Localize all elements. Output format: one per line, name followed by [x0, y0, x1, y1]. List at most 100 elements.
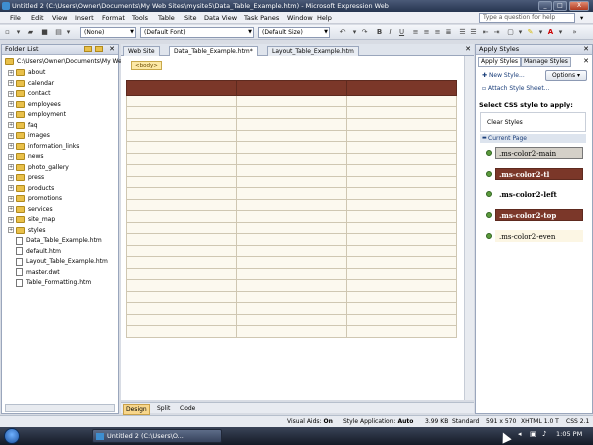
- menu-window[interactable]: Window: [287, 14, 313, 22]
- table-cell[interactable]: [126, 221, 237, 235]
- style-item-ms-color2-main[interactable]: .ms-color2-main: [486, 146, 586, 160]
- folder-about[interactable]: + about: [8, 68, 45, 78]
- folder-employment[interactable]: + employment: [8, 110, 66, 120]
- table-cell[interactable]: [236, 313, 347, 327]
- folder-calendar[interactable]: + calendar: [8, 79, 54, 89]
- table-cell[interactable]: [126, 164, 237, 177]
- print-icon[interactable]: ▤: [54, 28, 63, 37]
- table-cell[interactable]: [346, 302, 457, 315]
- table-cell[interactable]: [346, 290, 457, 304]
- tab-design[interactable]: Design: [123, 404, 150, 415]
- table-row[interactable]: [126, 290, 457, 304]
- table-cell[interactable]: [236, 290, 347, 304]
- size-select[interactable]: (Default Size) ▼: [258, 27, 330, 38]
- help-search-input[interactable]: Type a question for help: [479, 13, 575, 23]
- expand-icon[interactable]: +: [8, 143, 14, 149]
- new-page-icon[interactable]: ▫: [3, 28, 12, 37]
- table-header-cell[interactable]: [346, 80, 457, 96]
- menu-view[interactable]: View: [52, 14, 67, 22]
- table-cell[interactable]: [346, 210, 457, 223]
- folder-photo-gallery[interactable]: + photo_gallery: [8, 163, 69, 173]
- menu-help[interactable]: Help: [317, 14, 332, 22]
- table-row[interactable]: [126, 106, 457, 119]
- decrease-indent-icon[interactable]: ⇤: [481, 28, 490, 37]
- table-cell[interactable]: [126, 198, 237, 212]
- redo-icon[interactable]: ↷: [360, 28, 369, 37]
- table-cell[interactable]: [126, 279, 237, 292]
- expand-icon[interactable]: +: [8, 164, 14, 170]
- tab-data-table-example[interactable]: Data_Table_Example.htm*: [169, 46, 258, 56]
- menu-file[interactable]: File: [10, 14, 21, 22]
- start-button[interactable]: [4, 428, 20, 444]
- menu-format[interactable]: Format: [102, 14, 125, 22]
- new-dropdown-icon[interactable]: ▾: [14, 28, 23, 37]
- folder-services[interactable]: + services: [8, 205, 53, 215]
- table-cell[interactable]: [126, 233, 237, 246]
- folder-employees[interactable]: + employees: [8, 100, 61, 110]
- justify-icon[interactable]: ≣: [444, 28, 453, 37]
- table-row[interactable]: [126, 175, 457, 189]
- table-cell[interactable]: [346, 94, 457, 108]
- table-cell[interactable]: [346, 175, 457, 189]
- table-cell[interactable]: [126, 302, 237, 315]
- tab-apply-styles[interactable]: Apply Styles: [478, 57, 522, 67]
- volume-icon[interactable]: ♪: [542, 430, 546, 438]
- table-cell[interactable]: [126, 325, 237, 338]
- menu-insert[interactable]: Insert: [75, 14, 94, 22]
- table-row[interactable]: [126, 141, 457, 154]
- file-default[interactable]: default.htm: [16, 247, 61, 257]
- borders-dropdown-icon[interactable]: ▾: [516, 28, 525, 37]
- table-cell[interactable]: [126, 267, 237, 281]
- align-right-icon[interactable]: ≡: [433, 28, 442, 37]
- close-tab-icon[interactable]: ✕: [583, 57, 589, 65]
- table-cell[interactable]: [236, 141, 347, 154]
- table-cell[interactable]: [346, 221, 457, 235]
- style-item-ms-color2-top[interactable]: .ms-color2-top: [486, 208, 586, 222]
- table-cell[interactable]: [346, 313, 457, 327]
- folder-news[interactable]: + news: [8, 152, 44, 162]
- table-cell[interactable]: [236, 267, 347, 281]
- table-row[interactable]: [126, 244, 457, 258]
- folder-styles[interactable]: + styles: [8, 226, 46, 236]
- table-cell[interactable]: [126, 94, 237, 108]
- table-header-cell[interactable]: [126, 80, 237, 96]
- expand-icon[interactable]: +: [8, 195, 14, 202]
- menu-data-view[interactable]: Data View: [204, 14, 237, 22]
- data-table[interactable]: [126, 80, 457, 338]
- increase-indent-icon[interactable]: ⇥: [492, 28, 501, 37]
- tab-manage-styles[interactable]: Manage Styles: [521, 57, 571, 67]
- table-cell[interactable]: [236, 175, 347, 189]
- taskbar-button-expression-web[interactable]: Untitled 2 (C:\Users\O...: [92, 429, 222, 443]
- table-header-row[interactable]: [126, 80, 457, 96]
- table-cell[interactable]: [236, 187, 347, 200]
- undo-dropdown-icon[interactable]: ▾: [350, 28, 359, 37]
- table-cell[interactable]: [236, 164, 347, 177]
- table-row[interactable]: [126, 198, 457, 212]
- table-row[interactable]: [126, 221, 457, 235]
- canvas-vertical-scrollbar[interactable]: [464, 56, 474, 400]
- table-cell[interactable]: [346, 164, 457, 177]
- style-item-ms-color2-even[interactable]: .ms-color2-even: [486, 229, 586, 243]
- attach-style-sheet-link[interactable]: ▫ Attach Style Sheet...: [482, 85, 549, 92]
- table-cell[interactable]: [126, 118, 237, 131]
- table-cell[interactable]: [126, 210, 237, 223]
- table-cell[interactable]: [126, 187, 237, 200]
- style-item-ms-color2-tl[interactable]: .ms-color2-tl: [486, 167, 586, 181]
- table-row[interactable]: [126, 256, 457, 269]
- highlight-icon[interactable]: ✎: [526, 28, 535, 37]
- visual-aids-status[interactable]: Visual Aids: On: [287, 416, 333, 427]
- table-row[interactable]: [126, 94, 457, 108]
- table-cell[interactable]: [236, 256, 347, 269]
- tab-layout-table-example[interactable]: Layout_Table_Example.htm: [267, 46, 359, 56]
- table-cell[interactable]: [236, 325, 347, 338]
- print-dropdown-icon[interactable]: ▾: [64, 28, 73, 37]
- table-row[interactable]: [126, 129, 457, 143]
- table-cell[interactable]: [346, 106, 457, 119]
- font-color-dropdown-icon[interactable]: ▾: [556, 28, 565, 37]
- folder-site-map[interactable]: + site_map: [8, 215, 55, 225]
- expand-icon[interactable]: +: [8, 90, 14, 97]
- table-row[interactable]: [126, 279, 457, 292]
- close-document-icon[interactable]: ✕: [465, 45, 471, 53]
- bullet-list-icon[interactable]: ☰: [469, 28, 478, 37]
- tray-arrow-icon[interactable]: ◂: [518, 430, 522, 438]
